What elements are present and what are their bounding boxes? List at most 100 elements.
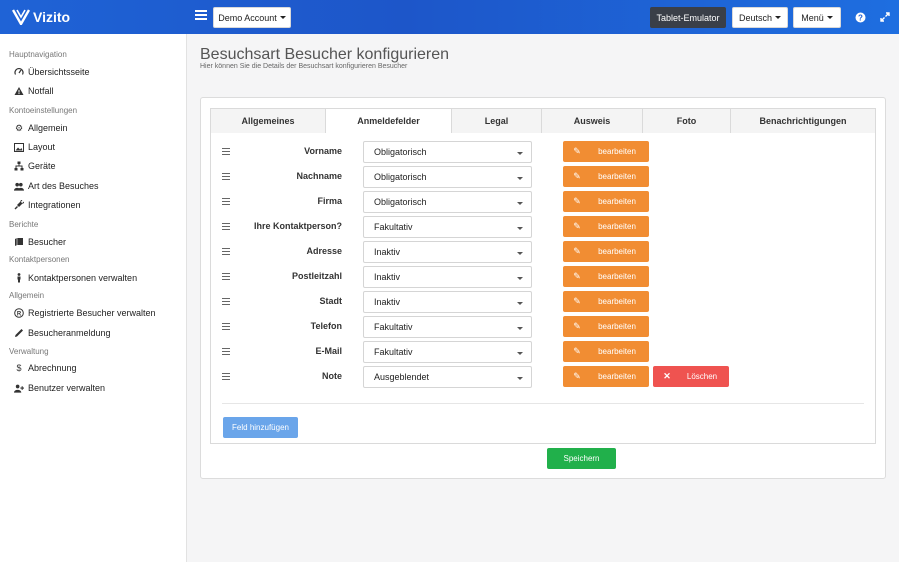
sidebar-item-label: Geräte: [28, 161, 56, 171]
vizito-logo[interactable]: Vizito: [12, 9, 70, 25]
person-icon: [14, 273, 24, 283]
field-mode-select[interactable]: Obligatorisch: [363, 191, 532, 213]
field-mode-select[interactable]: Ausgeblendet: [363, 366, 532, 388]
field-row: Vorname Obligatorisch ✎ bearbeiten: [220, 141, 740, 163]
drag-handle-icon[interactable]: [222, 173, 230, 181]
sidebar-item-geraete[interactable]: Geräte: [14, 161, 56, 171]
drag-handle-icon[interactable]: [222, 248, 230, 256]
vizito-logo-icon: [12, 9, 30, 25]
edit-button[interactable]: ✎ bearbeiten: [563, 341, 649, 362]
drag-handle-icon[interactable]: [222, 148, 230, 156]
edit-icon: ✎: [573, 321, 581, 331]
edit-button-label: bearbeiten: [598, 347, 636, 356]
drag-handle-icon[interactable]: [222, 273, 230, 281]
edit-button[interactable]: ✎ bearbeiten: [563, 266, 649, 287]
add-field-button[interactable]: Feld hinzufügen: [223, 417, 298, 438]
field-mode-select[interactable]: Inaktiv: [363, 241, 532, 263]
sidebar-item-label: Besucheranmeldung: [28, 328, 111, 338]
field-mode-value: Obligatorisch: [374, 197, 427, 207]
tab-legal[interactable]: Legal: [452, 108, 542, 134]
edit-button[interactable]: ✎ bearbeiten: [563, 141, 649, 162]
logo-text: Vizito: [33, 9, 71, 25]
field-mode-select[interactable]: Obligatorisch: [363, 166, 532, 188]
save-button-label: Speichern: [563, 454, 600, 463]
drag-handle-icon[interactable]: [222, 223, 230, 231]
chevron-down-icon: [517, 302, 523, 305]
edit-button[interactable]: ✎ bearbeiten: [563, 216, 649, 237]
field-mode-select[interactable]: Fakultativ: [363, 316, 532, 338]
user-plus-icon: [14, 383, 24, 393]
field-mode-select[interactable]: Inaktiv: [363, 291, 532, 313]
sidebar-item-benutzer-verwalten[interactable]: Benutzer verwalten: [14, 383, 105, 393]
field-row: Stadt Inaktiv ✎ bearbeiten: [220, 291, 740, 313]
edit-icon: ✎: [573, 346, 581, 356]
sidebar-toggle-icon[interactable]: [195, 10, 207, 22]
sidebar-item-uebersichtsseite[interactable]: Übersichtsseite: [14, 67, 90, 77]
sidebar-section-label: Kontaktpersonen: [9, 255, 70, 264]
tab-ausweis[interactable]: Ausweis: [542, 108, 643, 134]
field-label: Stadt: [319, 296, 343, 306]
edit-button[interactable]: ✎ bearbeiten: [563, 366, 649, 387]
tablet-emulator-button[interactable]: Tablet-Emulator: [650, 7, 726, 28]
sidebar-item-label: Layout: [28, 142, 56, 152]
field-mode-value: Obligatorisch: [374, 147, 427, 157]
edit-button[interactable]: ✎ bearbeiten: [563, 191, 649, 212]
delete-button[interactable]: ✕ Löschen: [653, 366, 729, 387]
edit-button[interactable]: ✎ bearbeiten: [563, 241, 649, 262]
drag-handle-icon[interactable]: [222, 373, 230, 381]
edit-icon: ✎: [573, 371, 581, 381]
tab-foto[interactable]: Foto: [643, 108, 731, 134]
drag-handle-icon[interactable]: [222, 198, 230, 206]
field-mode-value: Inaktiv: [374, 297, 401, 307]
field-row: Postleitzahl Inaktiv ✎ bearbeiten: [220, 266, 740, 288]
drag-handle-icon[interactable]: [222, 298, 230, 306]
field-mode-value: Inaktiv: [374, 272, 401, 282]
tab-anmeldefelder[interactable]: Anmeldefelder: [326, 108, 452, 134]
field-mode-value: Fakultativ: [374, 347, 413, 357]
sidebar-item-besucher[interactable]: Besucher: [14, 237, 66, 247]
chevron-down-icon: [517, 352, 523, 355]
field-mode-select[interactable]: Inaktiv: [363, 266, 532, 288]
drag-handle-icon[interactable]: [222, 348, 230, 356]
edit-button[interactable]: ✎ bearbeiten: [563, 166, 649, 187]
fullscreen-icon[interactable]: [879, 11, 891, 23]
chevron-down-icon: [517, 377, 523, 380]
chevron-down-icon: [517, 202, 523, 205]
sidebar-item-registrierte-besucher[interactable]: R Registrierte Besucher verwalten: [14, 308, 156, 318]
help-icon[interactable]: ?: [854, 11, 866, 23]
drag-handle-icon[interactable]: [222, 323, 230, 331]
field-mode-value: Ausgeblendet: [374, 372, 430, 382]
chevron-down-icon: [517, 327, 523, 330]
field-label: Postleitzahl: [291, 271, 342, 281]
save-button[interactable]: Speichern: [547, 448, 616, 469]
pencil-icon: [14, 328, 24, 338]
sidebar-item-allgemein[interactable]: ⚙ Allgemein: [14, 123, 68, 134]
menu-dropdown[interactable]: Menü: [793, 7, 841, 28]
sidebar-item-label: Abrechnung: [28, 363, 77, 373]
sidebar-item-layout[interactable]: Layout: [14, 142, 55, 152]
field-mode-value: Fakultativ: [374, 222, 413, 232]
sidebar-item-label: Integrationen: [28, 200, 81, 210]
edit-button[interactable]: ✎ bearbeiten: [563, 316, 649, 337]
field-mode-select[interactable]: Obligatorisch: [363, 141, 532, 163]
field-mode-select[interactable]: Fakultativ: [363, 341, 532, 363]
sidebar-item-integrationen[interactable]: Integrationen: [14, 200, 81, 210]
sidebar-item-kontaktpersonen-verwalten[interactable]: Kontaktpersonen verwalten: [14, 273, 137, 283]
field-row: Telefon Fakultativ ✎ bearbeiten: [220, 316, 740, 338]
field-row: Note Ausgeblendet ✎ bearbeiten ✕ Löschen: [220, 366, 740, 388]
sitemap-icon: [14, 161, 24, 171]
field-mode-select[interactable]: Fakultativ: [363, 216, 532, 238]
sidebar-item-besucheranmeldung[interactable]: Besucheranmeldung: [14, 328, 111, 338]
sidebar-item-abrechnung[interactable]: $ Abrechnung: [14, 363, 77, 373]
field-row: Nachname Obligatorisch ✎ bearbeiten: [220, 166, 740, 188]
edit-button[interactable]: ✎ bearbeiten: [563, 291, 649, 312]
tablet-emulator-label: Tablet-Emulator: [656, 12, 720, 23]
account-dropdown[interactable]: Demo Account: [213, 7, 291, 28]
sidebar-item-art-des-besuches[interactable]: Art des Besuches: [14, 181, 99, 191]
sidebar-item-notfall[interactable]: Notfall: [14, 86, 54, 96]
field-row: Firma Obligatorisch ✎ bearbeiten: [220, 191, 740, 213]
tab-allgemeines[interactable]: Allgemeines: [210, 108, 326, 134]
tab-benachrichtigungen[interactable]: Benachrichtigungen: [731, 108, 876, 134]
page-title: Besuchsart Besucher konfigurieren: [200, 46, 450, 63]
language-dropdown[interactable]: Deutsch: [732, 7, 788, 28]
